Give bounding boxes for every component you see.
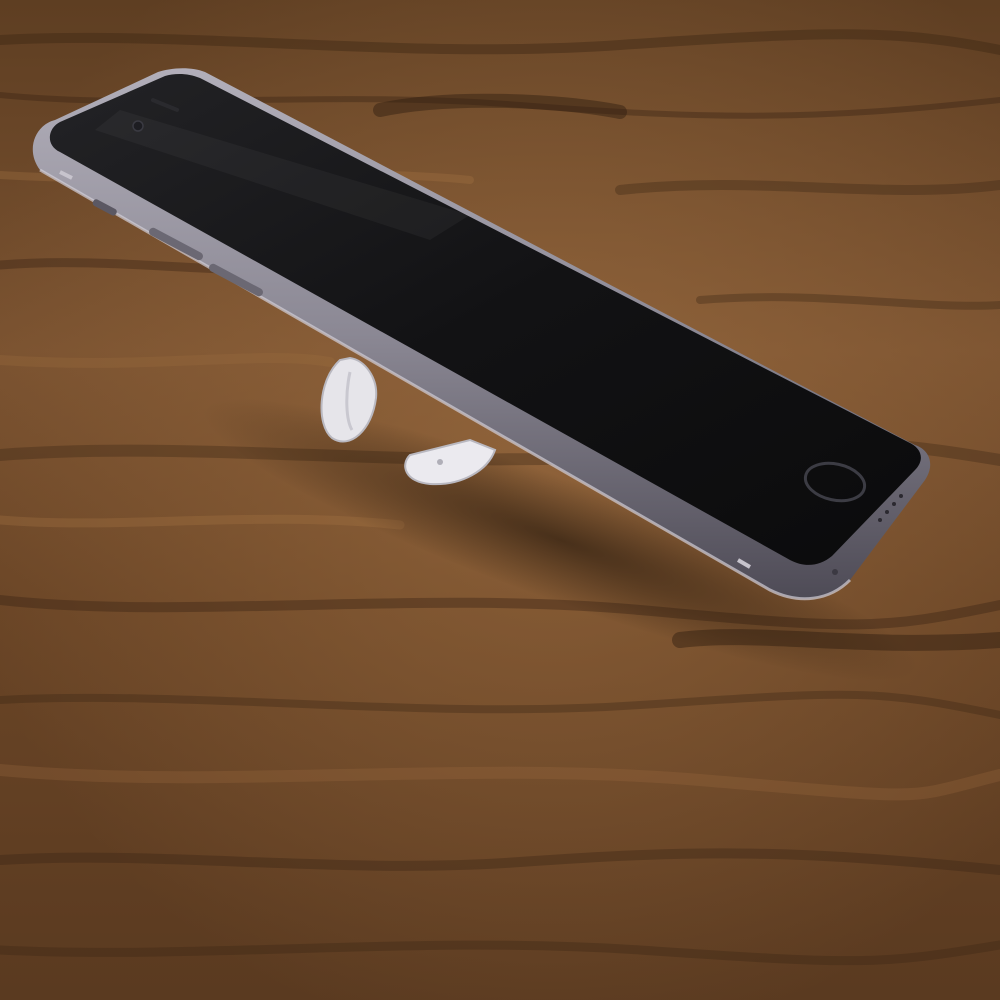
front-camera xyxy=(132,120,144,132)
charging-port-icon xyxy=(832,569,838,575)
photo-canvas xyxy=(0,0,1000,1000)
photo-scene xyxy=(0,0,1000,1000)
